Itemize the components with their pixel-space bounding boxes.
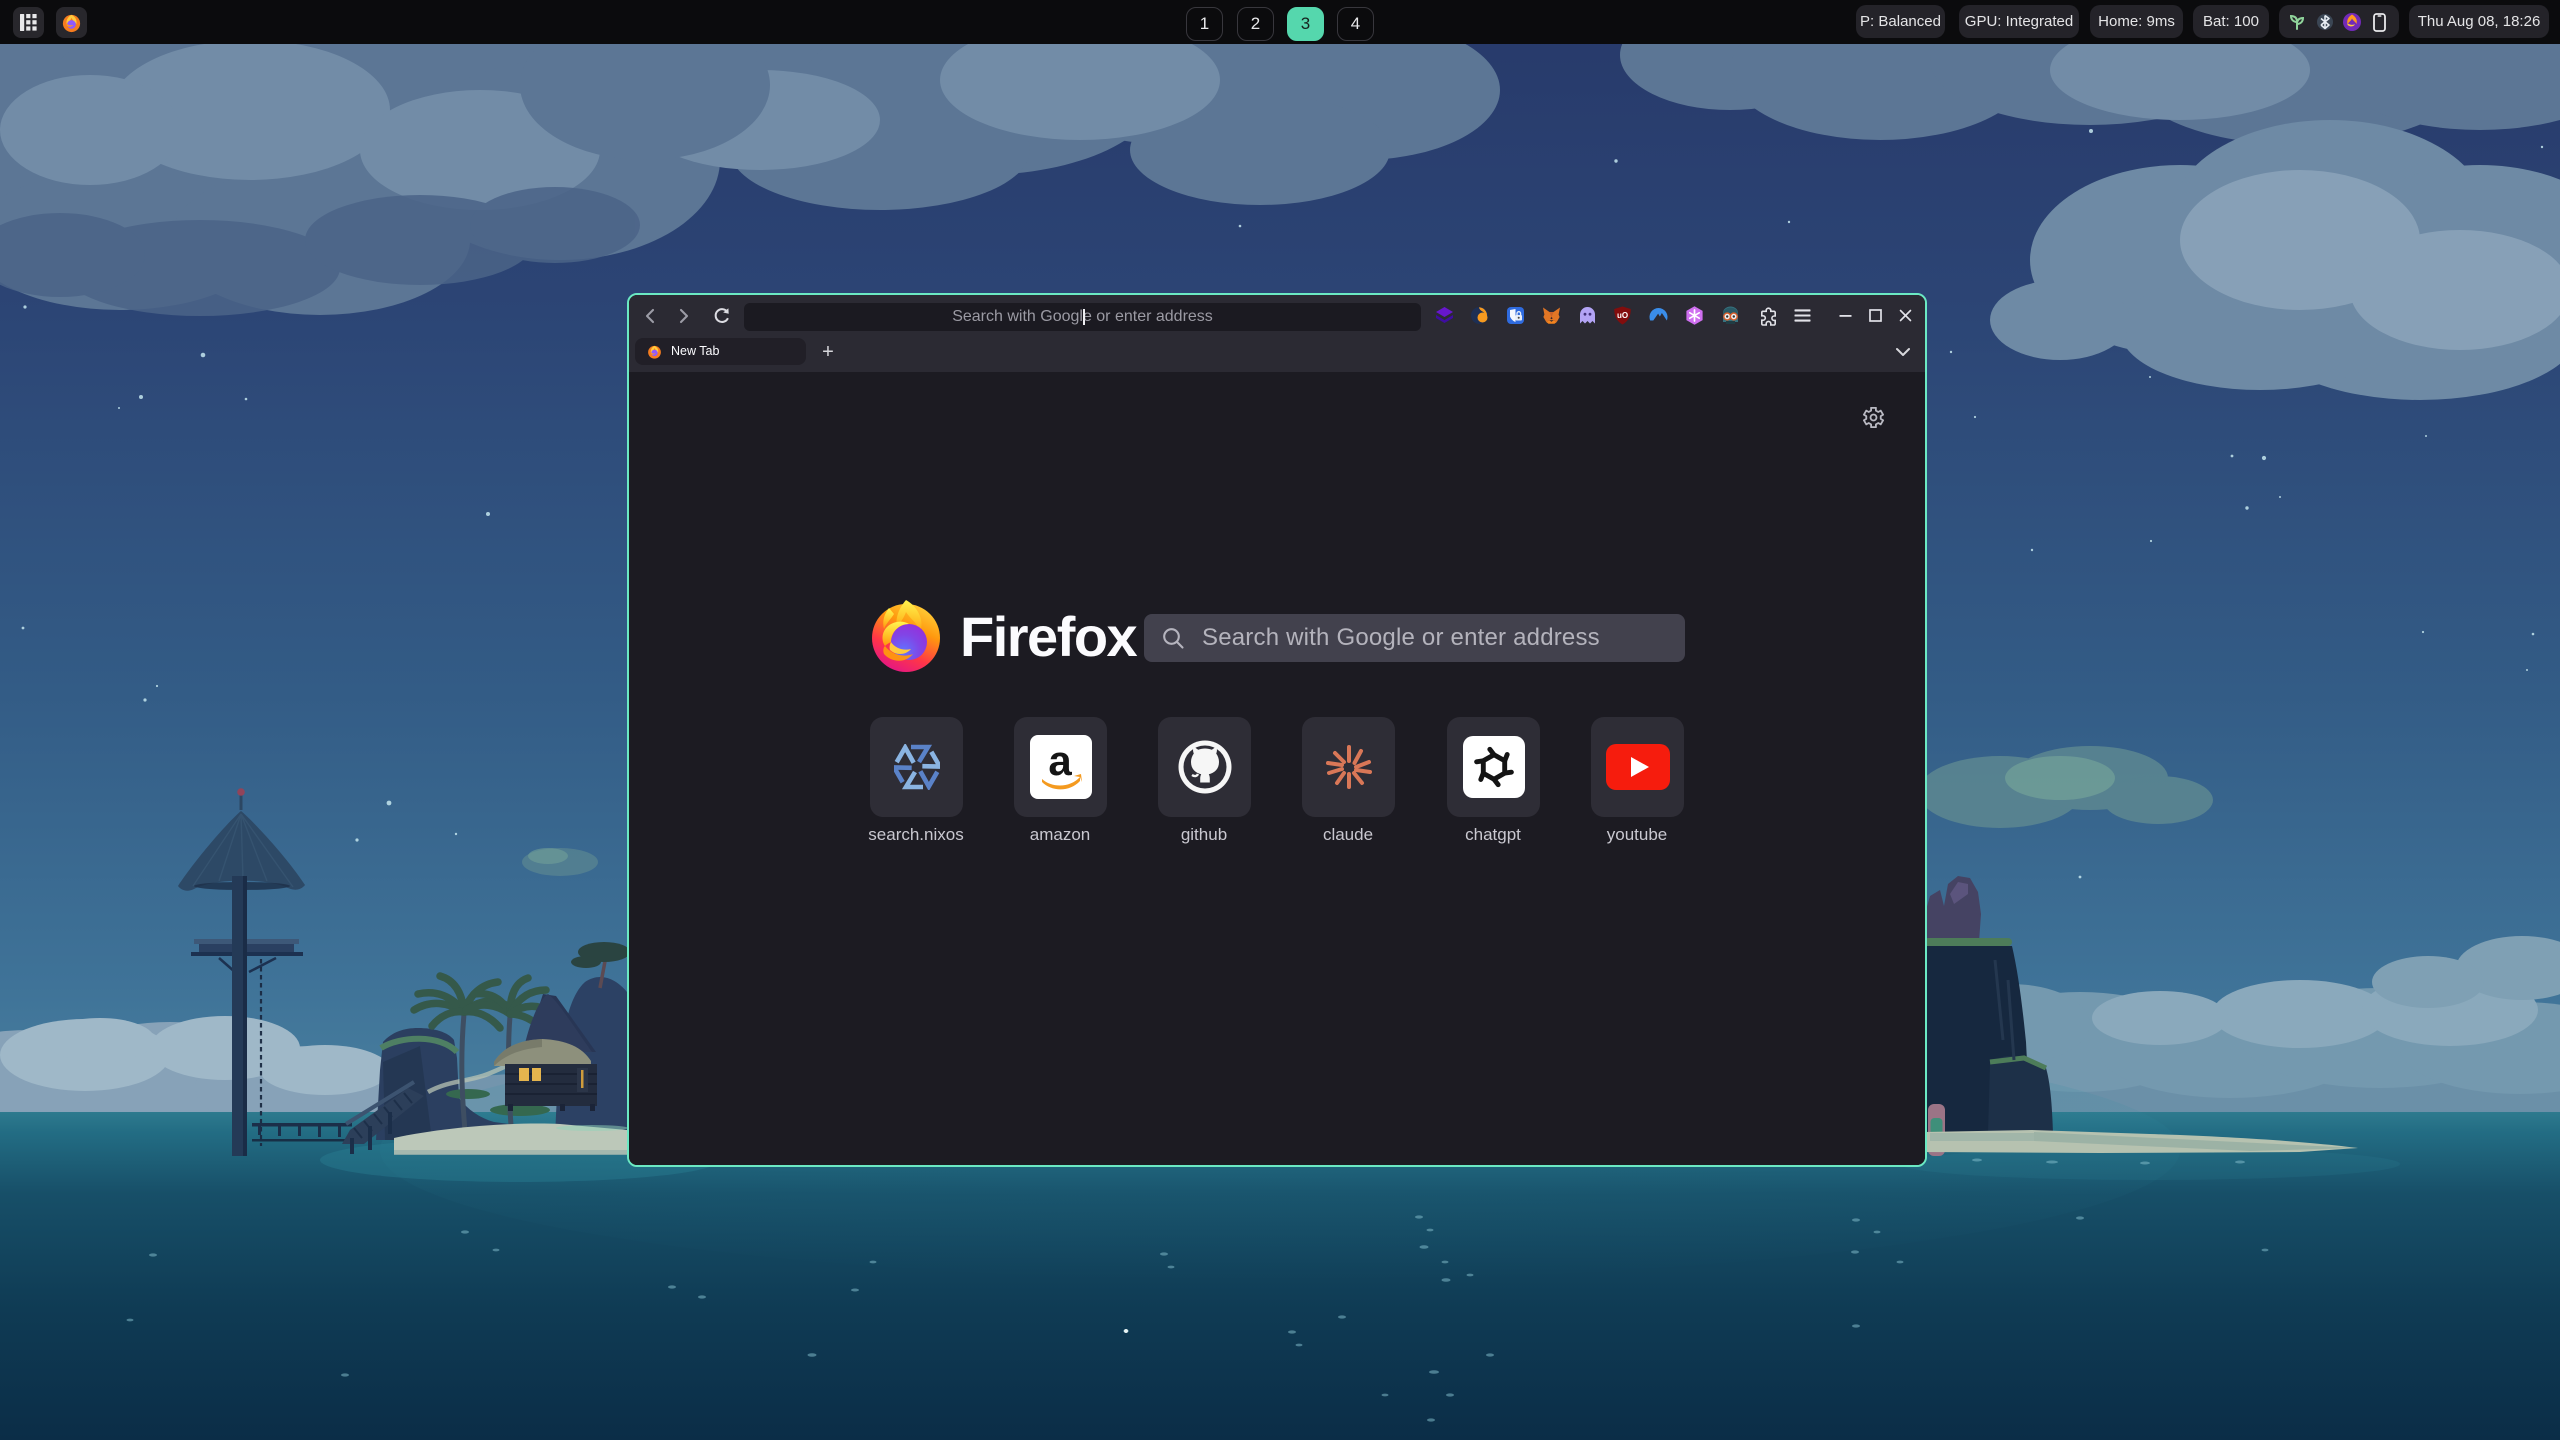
svg-text:a: a	[1048, 737, 1072, 784]
svg-text:uO: uO	[1617, 311, 1628, 320]
